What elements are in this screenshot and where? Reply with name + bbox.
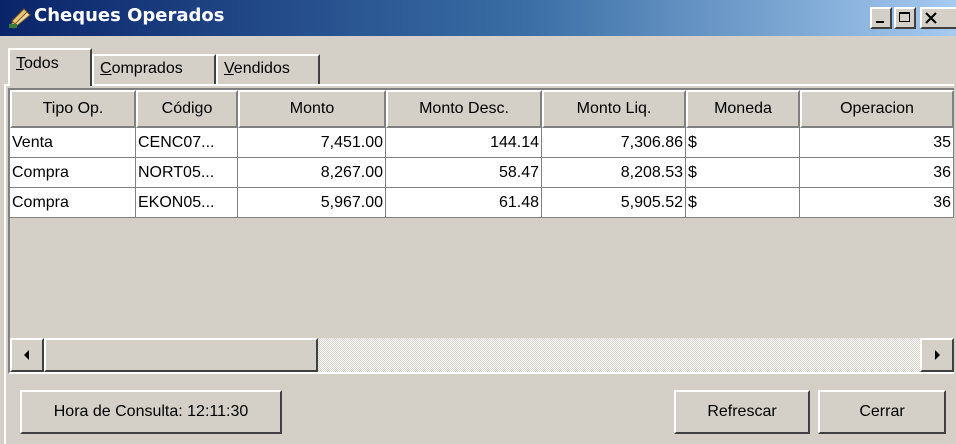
cell-operacion: 35 <box>800 128 954 158</box>
arrow-left-icon <box>24 350 29 360</box>
cheques-app-icon[interactable] <box>8 7 32 29</box>
column-header-monto-desc[interactable]: Monto Desc. <box>386 90 542 128</box>
cell-moneda: $ <box>686 158 800 188</box>
cell-monto-desc: 61.48 <box>386 188 542 218</box>
cheques-table: Tipo Op. Código Monto Monto Desc. Monto … <box>8 88 954 374</box>
cell-monto-liq: 8,208.53 <box>542 158 686 188</box>
tab-todos[interactable]: Todos <box>8 48 92 86</box>
cell-operacion: 36 <box>800 158 954 188</box>
column-header-codigo[interactable]: Código <box>136 90 238 128</box>
scroll-right-button[interactable] <box>920 338 954 372</box>
column-header-moneda[interactable]: Moneda <box>686 90 800 128</box>
cell-monto: 5,967.00 <box>238 188 386 218</box>
arrow-right-icon <box>935 350 940 360</box>
tab-todos-label: odos <box>24 55 59 72</box>
cell-monto-liq: 7,306.86 <box>542 128 686 158</box>
cell-monto-liq: 5,905.52 <box>542 188 686 218</box>
cell-codigo: CENC07... <box>136 128 238 158</box>
tab-vendidos[interactable]: Vendidos <box>216 54 320 84</box>
cell-tipo-op: Compra <box>10 188 136 218</box>
cell-codigo: NORT05... <box>136 158 238 188</box>
column-header-monto-liq[interactable]: Monto Liq. <box>542 90 686 128</box>
cell-moneda: $ <box>686 188 800 218</box>
close-window-button[interactable] <box>920 7 956 29</box>
maximize-button[interactable] <box>894 7 916 29</box>
cell-tipo-op: Compra <box>10 158 136 188</box>
cell-monto-desc: 58.47 <box>386 158 542 188</box>
tab-todos-mnemonic: T <box>16 55 24 72</box>
cell-codigo: EKON05... <box>136 188 238 218</box>
cell-monto: 8,267.00 <box>238 158 386 188</box>
table-row[interactable]: Venta CENC07... 7,451.00 144.14 7,306.86… <box>10 128 954 158</box>
close-button[interactable]: Cerrar <box>818 390 946 434</box>
cell-operacion: 36 <box>800 188 954 218</box>
cell-monto: 7,451.00 <box>238 128 386 158</box>
hora-consulta-button[interactable]: Hora de Consulta: 12:11:30 <box>20 390 282 434</box>
table-empty-area <box>10 218 954 338</box>
tab-comprados-label: omprados <box>111 60 183 77</box>
tab-vendidos-mnemonic: V <box>224 60 234 77</box>
minimize-button[interactable] <box>870 7 892 29</box>
table-body: Venta CENC07... 7,451.00 144.14 7,306.86… <box>10 128 954 218</box>
minimize-icon <box>876 21 884 23</box>
title-bar[interactable]: Cheques Operados <box>0 0 956 36</box>
close-icon <box>925 12 937 24</box>
maximize-icon <box>899 12 910 22</box>
cell-monto-desc: 144.14 <box>386 128 542 158</box>
table-row[interactable]: Compra NORT05... 8,267.00 58.47 8,208.53… <box>10 158 954 188</box>
cell-moneda: $ <box>686 128 800 158</box>
column-header-monto[interactable]: Monto <box>238 90 386 128</box>
window-title: Cheques Operados <box>34 5 225 26</box>
tab-comprados[interactable]: Comprados <box>92 54 216 84</box>
column-header-operacion[interactable]: Operacion <box>800 90 954 128</box>
column-header-tipo-op[interactable]: Tipo Op. <box>10 90 136 128</box>
cell-tipo-op: Venta <box>10 128 136 158</box>
horizontal-scrollbar[interactable] <box>10 338 954 372</box>
tab-comprados-mnemonic: C <box>100 60 112 77</box>
scroll-left-button[interactable] <box>10 338 44 372</box>
scroll-thumb[interactable] <box>44 338 318 372</box>
tab-vendidos-label: endidos <box>233 60 290 77</box>
table-row[interactable]: Compra EKON05... 5,967.00 61.48 5,905.52… <box>10 188 954 218</box>
refresh-button[interactable]: Refrescar <box>674 390 810 434</box>
